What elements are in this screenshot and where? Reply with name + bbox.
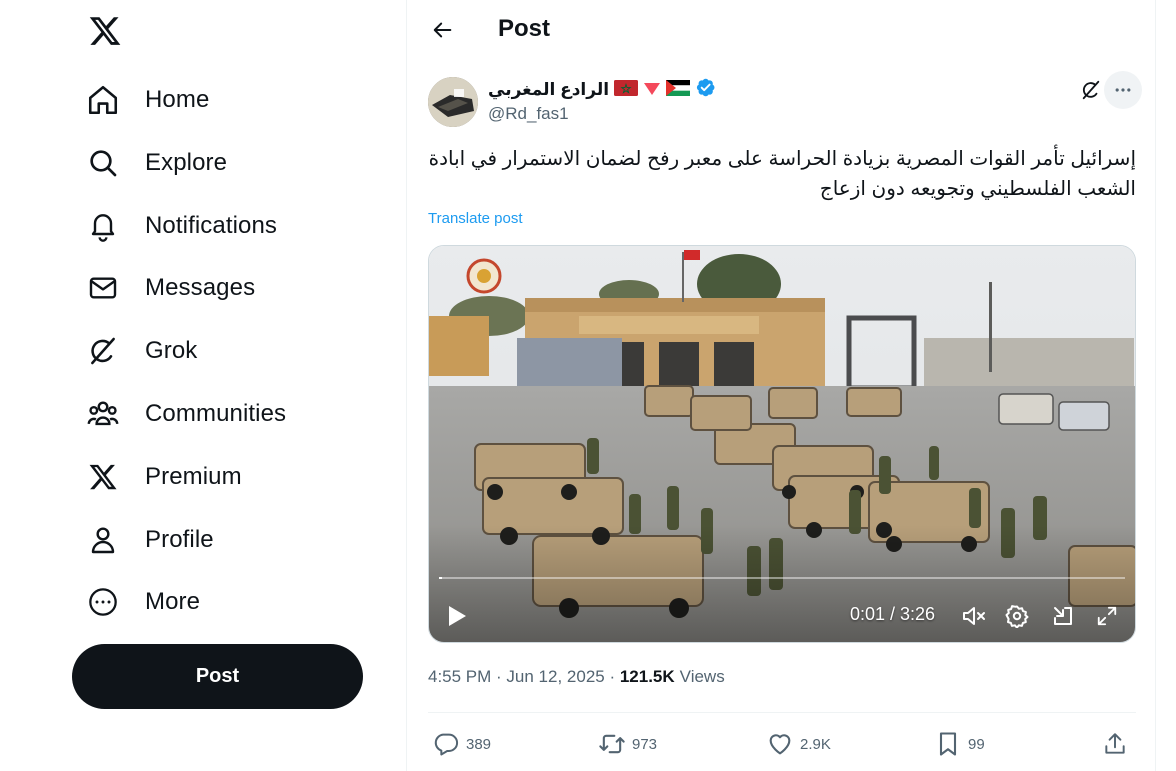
like-count: 2.9K: [800, 735, 831, 753]
post-text: إسرائيل تأمر القوات المصرية بزيادة الحرا…: [428, 148, 1136, 200]
video-progress-bar[interactable]: [439, 577, 1125, 579]
author-name[interactable]: الرادع المغربي: [488, 80, 609, 100]
bell-icon: [84, 207, 122, 245]
divider: [428, 712, 1136, 713]
video-frame: [429, 246, 1135, 642]
verified-badge-icon[interactable]: [695, 77, 716, 103]
nav-notifications[interactable]: Notifications: [84, 201, 277, 251]
heart-icon: [769, 734, 791, 755]
x-logo-icon[interactable]: [86, 12, 124, 50]
nav-explore-label: Explore: [145, 149, 228, 176]
palestine-flag-icon: [666, 79, 691, 101]
arrow-left-icon: [433, 22, 452, 38]
compose-post-button[interactable]: Post: [72, 644, 363, 709]
nav-explore[interactable]: Explore: [84, 138, 227, 188]
sidebar: Home Explore Notifications Messages Grok…: [0, 0, 406, 771]
avatar[interactable]: [428, 77, 478, 127]
nav-profile[interactable]: Profile: [84, 515, 214, 565]
picture-in-picture-button[interactable]: [1047, 600, 1079, 632]
nav-communities[interactable]: Communities: [84, 389, 286, 439]
nav-more[interactable]: More: [84, 577, 200, 627]
post-timestamp[interactable]: 4:55 PM · Jun 12, 2025: [428, 667, 605, 687]
nav-premium-label: Premium: [145, 463, 242, 490]
post-actions: 389 973 2.9K 99: [428, 722, 1136, 766]
author-handle[interactable]: @Rd_fas1: [488, 104, 569, 124]
fullscreen-button[interactable]: [1091, 600, 1123, 632]
grok-icon: [1082, 80, 1100, 100]
like-button[interactable]: 2.9K: [766, 722, 831, 766]
reply-button[interactable]: 389: [432, 722, 491, 766]
share-icon: [1105, 733, 1125, 754]
nav-more-label: More: [145, 588, 201, 615]
repost-button[interactable]: 973: [598, 722, 657, 766]
back-button[interactable]: [425, 12, 461, 48]
translate-post-link[interactable]: Translate post: [428, 210, 523, 227]
speaker-muted-icon: [963, 607, 985, 625]
post-detail-column: Post الرادع المغربي @Rd_fas1 إسرائيل تأم…: [406, 0, 1156, 771]
repost-count: 973: [632, 735, 658, 753]
reply-icon: [434, 733, 458, 756]
people-icon: [84, 395, 122, 433]
nav-profile-label: Profile: [145, 526, 214, 553]
gear-icon: [1005, 605, 1029, 628]
repost-icon: [599, 734, 625, 754]
play-icon: [449, 606, 466, 626]
envelope-icon: [84, 269, 122, 307]
more-circle-icon: [84, 583, 122, 621]
meta-separator: ·: [604, 667, 620, 686]
expand-icon: [1097, 606, 1117, 626]
settings-button[interactable]: [1001, 600, 1033, 632]
nav-messages-label: Messages: [145, 274, 256, 301]
video-progress-fill: [439, 577, 443, 579]
reply-count: 389: [466, 735, 492, 753]
x-logo-icon: [84, 458, 122, 496]
nav-grok[interactable]: Grok: [84, 326, 197, 376]
ellipsis-icon: [1115, 88, 1131, 92]
views-count: 121.5K: [619, 667, 675, 686]
bookmark-count: 99: [968, 735, 985, 753]
nav-premium[interactable]: Premium: [84, 452, 242, 502]
nav-messages[interactable]: Messages: [84, 263, 255, 313]
home-icon: [84, 81, 122, 119]
nav-notifications-label: Notifications: [145, 212, 278, 239]
search-icon: [84, 144, 122, 182]
bookmark-button[interactable]: 99: [934, 722, 985, 766]
nav-home[interactable]: Home: [84, 75, 209, 125]
nav-grok-label: Grok: [145, 337, 198, 364]
page-title: Post: [498, 15, 551, 42]
grok-icon: [84, 332, 122, 370]
nav-communities-label: Communities: [145, 400, 287, 427]
red-triangle-icon: [643, 80, 661, 101]
share-button[interactable]: [1102, 722, 1128, 766]
page-header: Post: [407, 0, 1157, 60]
bookmark-icon: [939, 732, 957, 756]
play-button[interactable]: [441, 600, 473, 632]
author-row: الرادع المغربي: [488, 77, 716, 103]
post-meta: 4:55 PM · Jun 12, 2025 · 121.5K Views: [428, 667, 725, 687]
pip-icon: [1054, 607, 1072, 625]
video-player[interactable]: 0:01 / 3:26: [428, 245, 1136, 643]
views-label: Views: [679, 667, 725, 686]
grok-explain-button[interactable]: [1077, 76, 1105, 104]
nav-home-label: Home: [145, 86, 210, 113]
video-time: 0:01 / 3:26: [850, 604, 936, 624]
post-more-button[interactable]: [1104, 71, 1142, 109]
mute-button[interactable]: [958, 600, 990, 632]
person-icon: [84, 521, 122, 559]
morocco-flag-icon: [614, 79, 639, 101]
